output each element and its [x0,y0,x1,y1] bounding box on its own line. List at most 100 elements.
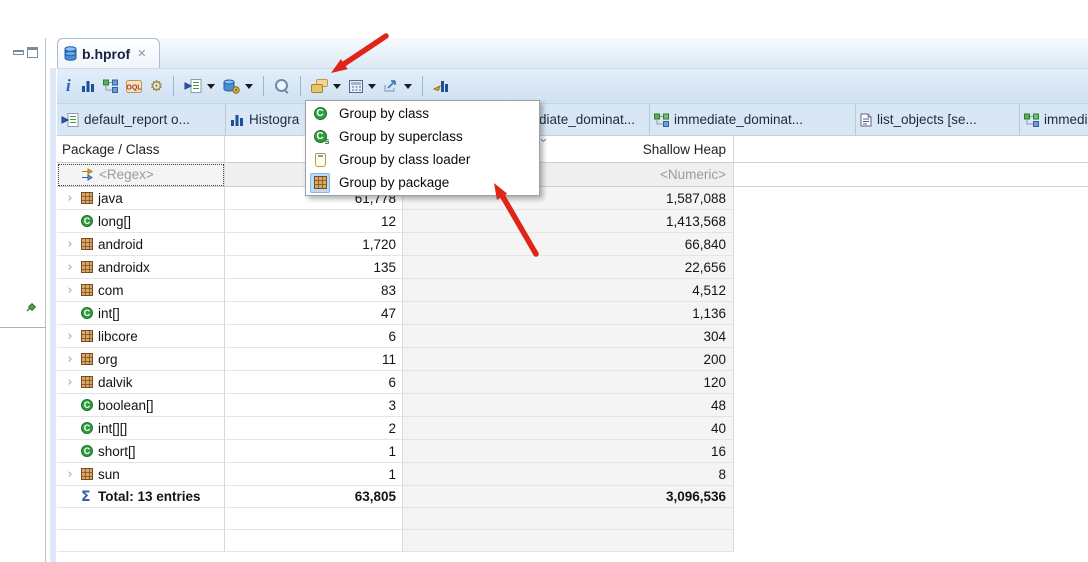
expander-icon[interactable]: › [63,284,77,297]
cell-shallow-heap: 8 [403,463,734,486]
chevron-down-icon[interactable] [368,83,377,89]
package-icon [81,284,93,296]
table-filter-row: <Regex> <Numeric> [57,163,1088,187]
cell-shallow-heap: 22,656 [403,256,734,279]
chevron-down-icon[interactable] [207,83,216,89]
svg-text:OQL: OQL [126,84,142,91]
expander-icon[interactable]: › [63,330,77,343]
result-tab[interactable]: default_report o... [57,104,226,135]
table-row[interactable]: boolean[] 3 48 [57,394,1088,417]
table-row[interactable]: › dalvik 6 120 [57,371,1088,394]
menu-item-icon-box [310,150,330,170]
table-row[interactable]: int[] 47 1,136 [57,302,1088,325]
search-icon[interactable] [274,78,290,94]
regex-placeholder: <Regex> [99,167,154,182]
table-body: › java 61,778 1,587,088 long[] 12 1,413,… [57,187,1088,486]
table-row[interactable]: short[] 1 16 [57,440,1088,463]
table-row[interactable]: › libcore 6 304 [57,325,1088,348]
cell-objects: 83 [225,279,403,302]
result-tab[interactable]: immediate [1020,104,1088,135]
expander-icon[interactable]: › [63,261,77,274]
empty-row [57,508,1088,530]
chevron-down-icon[interactable] [333,83,342,89]
table-row[interactable]: › com 83 4,512 [57,279,1088,302]
report-icon [61,112,79,127]
export-button[interactable] [384,79,413,93]
class-icon [313,107,327,120]
menu-item[interactable]: Group by class loader [306,148,539,171]
expander-icon[interactable]: › [63,376,77,389]
run-report-button[interactable] [184,79,216,93]
editor-sash[interactable] [50,68,56,562]
row-label: org [98,351,118,367]
tree-icon [1024,113,1039,127]
class-icon [81,445,93,457]
table-row[interactable]: long[] 12 1,413,568 [57,210,1088,233]
chevron-down-icon[interactable] [404,83,413,89]
histogram-button[interactable] [81,79,95,93]
editor-toolbar: i OQL ⚙ [57,68,1088,104]
expander-icon[interactable]: › [63,468,77,481]
table-row[interactable]: › org 11 200 [57,348,1088,371]
table-row[interactable]: › java 61,778 1,587,088 [57,187,1088,210]
menu-item[interactable]: Group by superclass [306,125,539,148]
cell-shallow-heap: 4,512 [403,279,734,302]
table-row[interactable]: › sun 1 8 [57,463,1088,486]
filter-icon [81,168,94,181]
result-tab[interactable]: list_objects [se... [856,104,1020,135]
empty-row [57,530,1088,552]
row-label: sun [98,466,120,482]
row-label: boolean[] [98,397,154,413]
table-row[interactable]: › androidx 135 22,656 [57,256,1088,279]
table-row[interactable]: int[][] 2 40 [57,417,1088,440]
minimize-icon[interactable] [13,50,24,55]
cell-shallow-heap: 48 [403,394,734,417]
result-tab[interactable]: immediate_dominat... [650,104,856,135]
menu-item-label: Group by package [339,175,450,190]
cell-objects: 1,720 [225,233,403,256]
dominator-tree-button[interactable] [102,79,118,93]
chevron-down-icon[interactable] [245,83,254,89]
column-header-package-class[interactable]: Package / Class [57,136,225,163]
cell-objects: 135 [225,256,403,279]
customize-gear-icon[interactable]: ⚙ [150,77,163,95]
expander-icon[interactable]: › [63,238,77,251]
menu-item-label: Group by class [339,106,430,121]
superclass-icon [313,130,330,146]
package-icon [81,468,93,480]
calculator-button[interactable] [349,79,377,93]
cell-objects: 6 [225,325,403,348]
compare-button[interactable] [433,79,449,93]
expander-icon[interactable]: › [63,192,77,205]
page-icon [860,113,872,127]
close-icon[interactable]: ✕ [137,47,146,60]
info-button[interactable]: i [64,76,73,96]
toolbar-separator [300,76,302,96]
group-by-button[interactable] [311,79,342,93]
cell-shallow-heap: 40 [403,417,734,440]
editor-tab-band: b.hprof ✕ [57,38,1088,68]
oql-button[interactable]: OQL [125,79,142,93]
sigma-icon: Σ [81,488,91,505]
menu-item[interactable]: Group by class [306,102,539,125]
row-label: int[] [98,305,120,321]
result-tab-label: default_report o... [84,112,190,127]
row-label: int[][] [98,420,128,436]
menu-item[interactable]: Group by package [306,171,539,194]
maximize-icon[interactable] [27,47,38,58]
expander-icon[interactable]: › [63,353,77,366]
menu-item-icon-box [310,127,330,147]
table-row[interactable]: › android 1,720 66,840 [57,233,1088,256]
menu-item-icon-box [310,172,330,193]
editor-tab-bhprof[interactable]: b.hprof ✕ [57,38,160,68]
pin-icon[interactable] [24,300,38,314]
total-objects: 63,805 [225,486,403,508]
cell-shallow-heap: 120 [403,371,734,394]
regex-filter-field[interactable]: <Regex> [57,163,225,187]
cell-objects: 1 [225,440,403,463]
menu-item-label: Group by superclass [339,129,463,144]
result-tab[interactable]: diate_dominat... [538,104,650,135]
acquire-heapdump-button[interactable] [223,79,254,94]
total-label: Total: 13 entries [98,489,201,504]
classloader-icon [314,152,326,167]
